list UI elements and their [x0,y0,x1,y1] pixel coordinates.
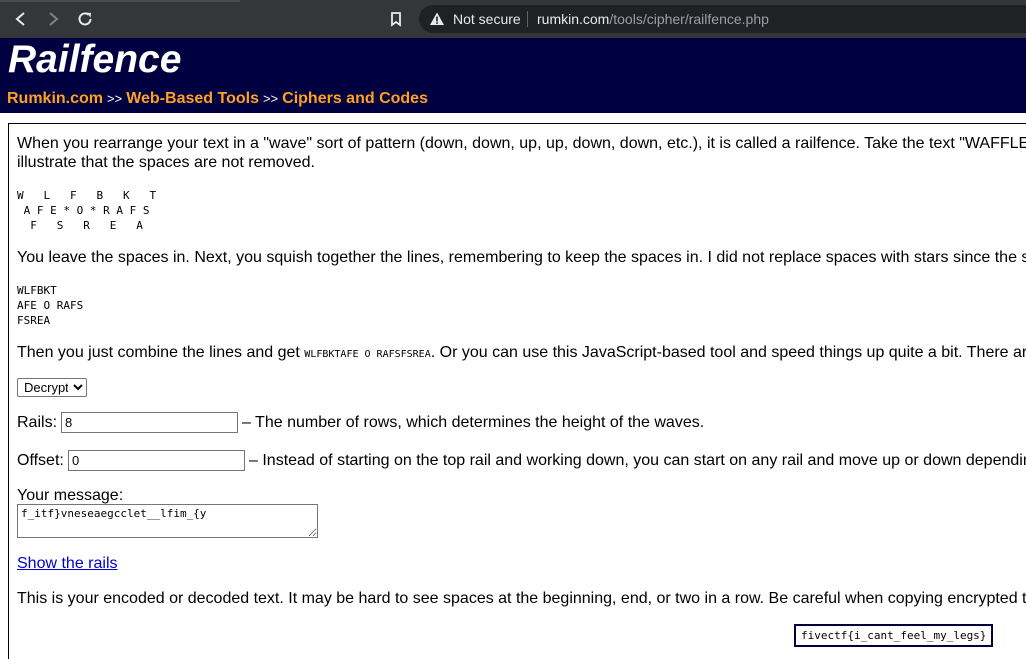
address-bar[interactable]: Not secure rumkin.com/tools/cipher/railf… [419,5,1026,33]
wave-example-row-1: W L F B K T [17,189,157,202]
breadcrumb-web-tools-link[interactable]: Web-Based Tools [126,90,259,107]
security-status-label[interactable]: Not secure [453,11,521,27]
message-textarea[interactable]: f_itf}vneseaegcclet__lfim_{y [17,504,318,538]
forward-button[interactable] [42,8,64,30]
breadcrumb-ciphers-link[interactable]: Ciphers and Codes [282,90,428,107]
site-header: Railfence Rumkin.com >> Web-Based Tools >> C… [0,38,1026,113]
intro-line-2: illustrate that the spaces are not remov… [17,154,315,171]
wave-example-row-2: A F E * O * R A F S [17,204,150,217]
breadcrumb: Rumkin.com >> Web-Based Tools >> Ciphers and… [7,90,428,108]
address-divider [527,11,528,27]
mode-select[interactable]: Decrypt [17,378,87,397]
intro-line-1: When you rearrange your text in a "wave"… [17,135,1026,152]
url-domain: rumkin.com [537,11,610,27]
lines-example-row-3: FSREA [17,314,51,327]
rails-label: Rails: [17,414,58,431]
combine-text-after: . Or you can use this JavaScript-based t… [430,344,1026,361]
rails-input[interactable] [61,412,238,433]
show-rails-link[interactable]: Show the rails [17,555,118,573]
offset-help: – Instead of starting on the top rail an… [249,452,1026,469]
combine-text-before: Then you just combine the lines and get [17,344,305,361]
combined-code: WLFBKTAFE O RAFSFSREA [304,349,431,360]
back-arrow-icon [15,12,25,26]
tab-strip-edge [0,0,240,2]
lines-example-row-1: WLFBKT [17,284,57,297]
message-label: Your message: [17,487,124,504]
wave-example-row-3: F S R E A [17,219,143,232]
lines-example-row-2: AFE O RAFS [17,299,84,312]
bookmark-button[interactable] [385,8,407,30]
paragraph-squish: You leave the spaces in. Next, you squis… [17,249,1026,266]
reload-button[interactable] [74,8,96,30]
result-output[interactable]: fivectf{i_cant_feel_my_legs} [794,624,994,647]
offset-input[interactable] [68,450,245,471]
page-title: Railfence [8,38,182,81]
bookmark-icon [391,12,401,27]
back-button[interactable] [10,8,32,30]
result-description: This is your encoded or decoded text. It… [17,590,1026,607]
url-text[interactable]: rumkin.com/tools/cipher/railfence.php [537,11,769,27]
warning-icon [430,12,444,25]
breadcrumb-separator: >> [107,91,123,106]
content-panel: When you rearrange your text in a "wave"… [8,123,1026,659]
forward-arrow-icon [49,12,59,26]
rails-help: – The number of rows, which determines t… [242,414,705,431]
reload-icon [78,12,92,26]
breadcrumb-rumkin-link[interactable]: Rumkin.com [7,90,103,107]
breadcrumb-separator: >> [262,91,279,106]
browser-toolbar: Not secure rumkin.com/tools/cipher/railf… [0,0,1026,38]
url-path: /tools/cipher/railfence.php [609,11,769,27]
paragraph-combine: Then you just combine the lines and get … [17,343,1026,362]
rails-row: Rails: [17,413,57,432]
offset-label: Offset: [17,452,64,469]
